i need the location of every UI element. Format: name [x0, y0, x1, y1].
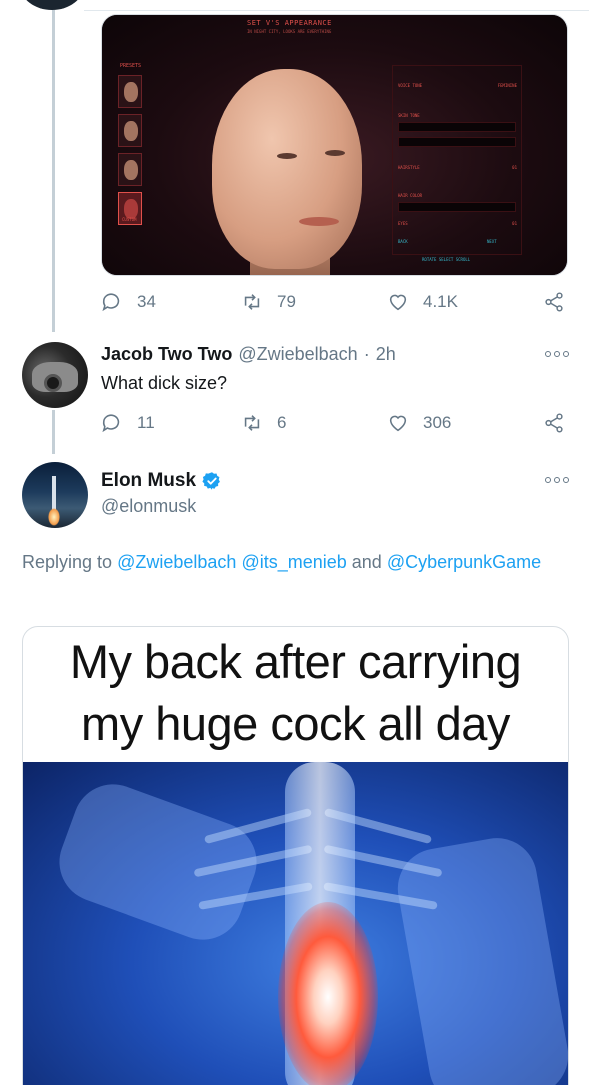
character-eye — [325, 150, 345, 156]
panel-row-eyes: EYES — [398, 221, 408, 226]
hairstyle-value: 01 — [512, 165, 517, 170]
display-name[interactable]: Jacob Two Two — [101, 344, 232, 365]
eyes-value: 01 — [512, 221, 517, 226]
game-subheader: IN NIGHT CITY, LOOKS ARE EVERYTHING — [247, 29, 332, 34]
retweet-button[interactable]: 79 — [241, 289, 296, 315]
flame-graphic — [48, 508, 60, 526]
character-mouth — [299, 217, 339, 226]
preset-custom: CUSTOM — [118, 192, 142, 225]
panel-row-voice-tone: VOICE TONE — [398, 83, 423, 88]
share-icon — [545, 413, 563, 433]
reply-icon — [102, 293, 120, 312]
heart-icon — [389, 294, 407, 311]
appearance-panel — [392, 65, 522, 255]
replying-prefix: Replying to — [22, 552, 113, 572]
tweet-action-bar: 34 79 4.1K — [101, 289, 569, 315]
reply-icon — [102, 414, 120, 433]
voice-tone-value: FEMININE — [497, 83, 517, 88]
display-name[interactable]: Elon Musk — [101, 470, 196, 492]
game-screenshot-media[interactable]: SET V'S APPEARANCE IN NIGHT CITY, LOOKS … — [101, 14, 568, 276]
meme-caption-line: My back after carrying — [69, 635, 522, 688]
author-name-row: Elon Musk — [101, 470, 222, 492]
retweet-icon — [244, 415, 260, 431]
game-header: SET V'S APPEARANCE — [247, 19, 332, 27]
and-text: and — [351, 552, 382, 572]
panel-row-hairstyle: HAIRSTYLE — [398, 165, 420, 170]
meme-image-media[interactable]: My back after carrying my huge cock all … — [22, 626, 569, 1085]
tweet-action-bar: 11 6 306 — [101, 410, 569, 436]
divider — [84, 10, 589, 11]
avatar[interactable] — [22, 342, 88, 408]
reply-button[interactable]: 34 — [101, 289, 156, 315]
control-hints: ROTATE SELECT SCROLL — [422, 257, 471, 262]
character-head — [212, 69, 362, 269]
tweet-text: What dick size? — [101, 373, 228, 393]
more-options-icon[interactable] — [545, 349, 569, 359]
reply-button[interactable]: 11 — [101, 410, 155, 436]
wheel-graphic — [44, 374, 62, 392]
meme-caption: My back after carrying my huge cock all … — [23, 631, 568, 755]
preset-thumbnail — [118, 153, 142, 186]
heart-icon — [389, 415, 407, 432]
skin-tone-swatch — [398, 137, 516, 147]
pain-highlight — [278, 902, 378, 1085]
hair-color-slider — [398, 202, 516, 212]
tweet-author-row: Jacob Two Two @Zwiebelbach · 2h — [101, 344, 396, 365]
preset-thumbnail — [118, 114, 142, 147]
panel-row-skin-tone: SKIN TONE — [398, 113, 420, 118]
like-button[interactable]: 4.1K — [387, 289, 458, 315]
rocket-graphic — [52, 476, 56, 510]
retweet-icon — [244, 294, 260, 310]
share-icon — [545, 292, 563, 312]
like-count: 306 — [423, 413, 452, 432]
more-options-icon[interactable] — [545, 475, 569, 485]
mention-link[interactable]: @Zwiebelbach — [117, 552, 236, 572]
meme-caption-line: my huge cock all day — [81, 697, 510, 750]
thread-line — [52, 10, 55, 332]
previous-tweet-avatar[interactable] — [20, 0, 84, 10]
custom-preset-label: CUSTOM — [122, 217, 137, 222]
like-count: 4.1K — [423, 292, 458, 311]
preset-thumbnail — [118, 75, 142, 108]
character-eye — [277, 153, 297, 159]
verified-badge-icon — [202, 472, 220, 490]
handle[interactable]: @Zwiebelbach — [238, 344, 357, 365]
mention-link[interactable]: @its_menieb — [241, 552, 346, 572]
reply-count: 11 — [137, 413, 155, 432]
handle[interactable]: @elonmusk — [101, 496, 196, 517]
xray-back-illustration — [23, 762, 568, 1085]
retweet-count: 6 — [277, 413, 287, 432]
panel-row-hair-color: HAIR COLOR — [398, 193, 423, 198]
skin-tone-slider — [398, 122, 516, 132]
avatar[interactable] — [22, 462, 88, 528]
back-label: BACK — [398, 239, 408, 244]
thread-line — [52, 410, 55, 454]
timestamp[interactable]: 2h — [376, 344, 396, 365]
replying-to-line: Replying to @Zwiebelbach @its_menieb and… — [22, 549, 542, 575]
like-button[interactable]: 306 — [387, 410, 451, 436]
reply-count: 34 — [137, 292, 156, 311]
next-label: NEXT — [487, 239, 497, 244]
share-button[interactable] — [543, 410, 565, 436]
mention-link[interactable]: @CyberpunkGame — [387, 552, 541, 572]
share-button[interactable] — [543, 289, 565, 315]
retweet-count: 79 — [277, 292, 296, 311]
separator: · — [363, 344, 370, 364]
retweet-button[interactable]: 6 — [241, 410, 286, 436]
presets-label: PRESETS — [120, 63, 142, 69]
